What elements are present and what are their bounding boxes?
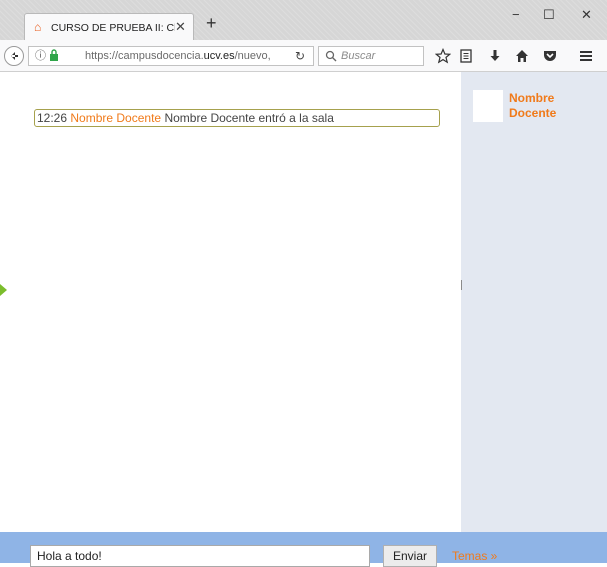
lock-icon bbox=[50, 49, 58, 61]
pocket-icon[interactable] bbox=[542, 48, 558, 64]
user-avatar[interactable] bbox=[473, 90, 503, 122]
menu-icon[interactable] bbox=[578, 48, 594, 64]
message-user: Nombre Docente bbox=[70, 111, 162, 125]
maximize-button[interactable]: ☐ bbox=[543, 8, 555, 21]
minimize-button[interactable]: − bbox=[512, 8, 520, 21]
home-icon[interactable] bbox=[514, 48, 530, 64]
chat-message: 12:26 Nombre Docente Nombre Docente entr… bbox=[34, 109, 440, 127]
close-tab-icon[interactable]: ✕ bbox=[175, 20, 186, 33]
star-icon[interactable] bbox=[435, 48, 451, 64]
new-tab-button[interactable]: + bbox=[206, 14, 217, 32]
search-bar[interactable]: Buscar bbox=[318, 46, 424, 66]
message-text: Nombre Docente entró a la sala bbox=[164, 111, 334, 125]
search-icon bbox=[325, 50, 337, 62]
navigation-bar: ⓘ https://campusdocencia.ucv.es/nuevo, ↻… bbox=[0, 40, 607, 72]
tab-strip: ⌂ CURSO DE PRUEBA II: Chat ✕ + − ☐ ✕ bbox=[0, 0, 607, 40]
panel-splitter[interactable] bbox=[461, 280, 462, 290]
message-time: 12:26 bbox=[37, 111, 68, 125]
browser-tab[interactable]: ⌂ CURSO DE PRUEBA II: Chat ✕ bbox=[24, 13, 194, 40]
back-arrow-icon bbox=[11, 52, 18, 60]
sidebar-user-name[interactable]: Nombre Docente bbox=[509, 91, 569, 121]
expand-arrow-icon[interactable] bbox=[0, 284, 7, 296]
reload-icon[interactable]: ↻ bbox=[295, 49, 305, 63]
url-text[interactable]: https://campusdocencia.ucv.es/nuevo, bbox=[85, 50, 271, 62]
search-placeholder: Buscar bbox=[341, 50, 376, 62]
send-button[interactable]: Enviar bbox=[383, 545, 437, 567]
download-icon[interactable] bbox=[487, 48, 503, 64]
close-window-button[interactable]: ✕ bbox=[581, 8, 592, 21]
url-bar[interactable]: ⓘ https://campusdocencia.ucv.es/nuevo, ↻ bbox=[28, 46, 314, 66]
info-icon[interactable]: ⓘ bbox=[35, 50, 46, 62]
users-sidebar: Nombre Docente bbox=[461, 72, 607, 532]
reading-list-icon[interactable] bbox=[458, 48, 474, 64]
topics-link[interactable]: Temas » bbox=[452, 549, 497, 563]
tab-title: CURSO DE PRUEBA II: Chat bbox=[51, 22, 175, 34]
graduation-cap-icon: ⌂ bbox=[34, 20, 42, 34]
back-button[interactable] bbox=[4, 46, 24, 66]
chat-messages-area: 12:26 Nombre Docente Nombre Docente entr… bbox=[0, 72, 461, 532]
message-input[interactable] bbox=[30, 545, 370, 567]
message-composer: Enviar Temas » bbox=[0, 532, 607, 567]
